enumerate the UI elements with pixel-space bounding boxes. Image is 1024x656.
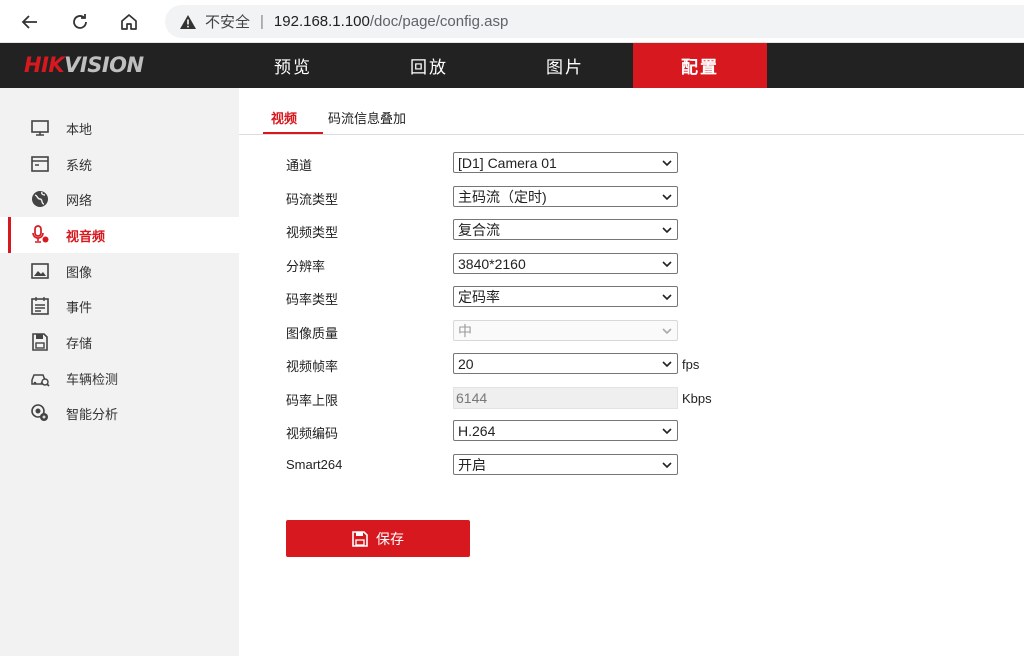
stream-type-value: 主码流（定时): [458, 188, 547, 205]
save-button[interactable]: 保存: [286, 520, 470, 557]
sidebar-item-smart-analysis[interactable]: 智能分析: [0, 395, 239, 431]
video-type-value: 复合流: [458, 221, 500, 238]
image-quality-label: 图像质量: [286, 326, 339, 341]
sidebar-item-label: 车辆检测: [66, 371, 119, 387]
channel-select[interactable]: [D1] Camera 01: [453, 152, 678, 173]
frame-rate-value: 20: [458, 355, 474, 372]
frame-rate-select[interactable]: 20: [453, 353, 678, 374]
stream-type-select[interactable]: 主码流（定时): [453, 186, 678, 207]
globe-icon: [30, 189, 50, 209]
chevron-down-icon: [662, 328, 672, 335]
max-bitrate-input[interactable]: 6144: [453, 387, 678, 409]
chevron-down-icon: [662, 227, 672, 234]
microphone-icon: [30, 225, 50, 245]
video-type-select[interactable]: 复合流: [453, 219, 678, 240]
sidebar-item-label: 本地: [66, 121, 93, 137]
address-bar[interactable]: 不安全 | 192.168.1.100/doc/page/config.asp: [165, 5, 1024, 38]
encoding-value: H.264: [458, 422, 496, 439]
smart264-label: Smart264: [286, 457, 343, 472]
channel-value: [D1] Camera 01: [458, 154, 557, 171]
save-icon: [352, 530, 368, 547]
sidebar-item-event[interactable]: 事件: [0, 288, 239, 324]
sidebar-item-label: 图像: [66, 264, 93, 280]
back-button[interactable]: [16, 8, 44, 36]
smart264-value: 开启: [458, 456, 486, 473]
car-detect-icon: [30, 368, 50, 388]
sidebar-item-label: 智能分析: [66, 406, 119, 422]
encoding-select[interactable]: H.264: [453, 420, 678, 441]
sidebar-item-network[interactable]: 网络: [0, 181, 239, 217]
nav-picture[interactable]: 图片: [510, 43, 620, 88]
resolution-select[interactable]: 3840*2160: [453, 253, 678, 274]
channel-label: 通道: [286, 158, 313, 173]
sidebar-item-image[interactable]: 图像: [0, 253, 239, 289]
arrow-left-icon: [21, 15, 37, 29]
url-path: /doc/page/config.asp: [369, 13, 509, 30]
insecure-label: 不安全: [205, 14, 251, 31]
chevron-down-icon: [662, 361, 672, 368]
sidebar-item-audio-video[interactable]: 视音频: [0, 217, 239, 253]
chevron-down-icon: [662, 294, 672, 301]
reload-button[interactable]: [66, 8, 94, 36]
sidebar-item-label: 网络: [66, 192, 93, 208]
hikvision-logo: HIKVISION: [24, 53, 144, 77]
floppy-icon: [30, 332, 50, 352]
chevron-down-icon: [662, 261, 672, 268]
sidebar-item-label: 视音频: [66, 228, 106, 244]
reload-icon: [73, 14, 87, 29]
active-tab-indicator: [263, 132, 323, 134]
browser-toolbar: 不安全 | 192.168.1.100/doc/page/config.asp: [0, 0, 1024, 43]
sidebar: 本地 系统 网络 视音频 图像 事件 存储 车辆检测 智能分析: [0, 88, 239, 656]
sidebar-item-storage[interactable]: 存储: [0, 324, 239, 360]
home-button[interactable]: [115, 8, 143, 36]
image-quality-value: 中: [458, 322, 472, 339]
sidebar-item-label: 存储: [66, 335, 93, 351]
max-bitrate-label: 码率上限: [286, 393, 339, 408]
top-navigation: HIKVISION 预览 回放 图片 配置: [0, 43, 1024, 88]
address-separator: |: [260, 13, 264, 30]
nav-configuration[interactable]: 配置: [633, 43, 767, 88]
bitrate-type-select[interactable]: 定码率: [453, 286, 678, 307]
max-bitrate-value: 6144: [456, 390, 488, 406]
nav-preview[interactable]: 预览: [238, 43, 348, 88]
chevron-down-icon: [662, 462, 672, 469]
sidebar-item-label: 系统: [66, 157, 93, 173]
frame-rate-unit: fps: [682, 357, 700, 372]
smart264-select[interactable]: 开启: [453, 454, 678, 475]
chevron-down-icon: [662, 428, 672, 435]
save-label: 保存: [376, 530, 404, 547]
stream-type-label: 码流类型: [286, 192, 339, 207]
monitor-icon: [30, 118, 50, 138]
chevron-down-icon: [662, 160, 672, 167]
tab-stream-info-overlay[interactable]: 码流信息叠加: [328, 108, 406, 127]
frame-rate-label: 视频帧率: [286, 359, 339, 374]
max-bitrate-unit: Kbps: [682, 391, 712, 406]
encoding-label: 视频编码: [286, 426, 339, 441]
sidebar-item-vehicle-detection[interactable]: 车辆检测: [0, 360, 239, 396]
warning-icon: [179, 14, 197, 30]
smart-analysis-icon: [30, 403, 50, 423]
sidebar-item-system[interactable]: 系统: [0, 146, 239, 182]
bitrate-type-label: 码率类型: [286, 292, 339, 307]
sidebar-item-label: 事件: [66, 299, 93, 315]
image-icon: [30, 261, 50, 281]
home-icon: [121, 14, 137, 30]
nav-playback[interactable]: 回放: [374, 43, 484, 88]
calendar-icon: [30, 296, 50, 316]
tab-video[interactable]: 视频: [271, 108, 297, 127]
resolution-value: 3840*2160: [458, 255, 526, 272]
url-host: 192.168.1.100: [273, 13, 370, 30]
content-tabs: 视频 码流信息叠加: [239, 88, 1024, 135]
sidebar-item-local[interactable]: 本地: [0, 110, 239, 146]
bitrate-type-value: 定码率: [458, 288, 500, 305]
system-window-icon: [30, 154, 50, 174]
resolution-label: 分辨率: [286, 259, 326, 274]
chevron-down-icon: [662, 194, 672, 201]
video-type-label: 视频类型: [286, 225, 339, 240]
image-quality-select: 中: [453, 320, 678, 341]
